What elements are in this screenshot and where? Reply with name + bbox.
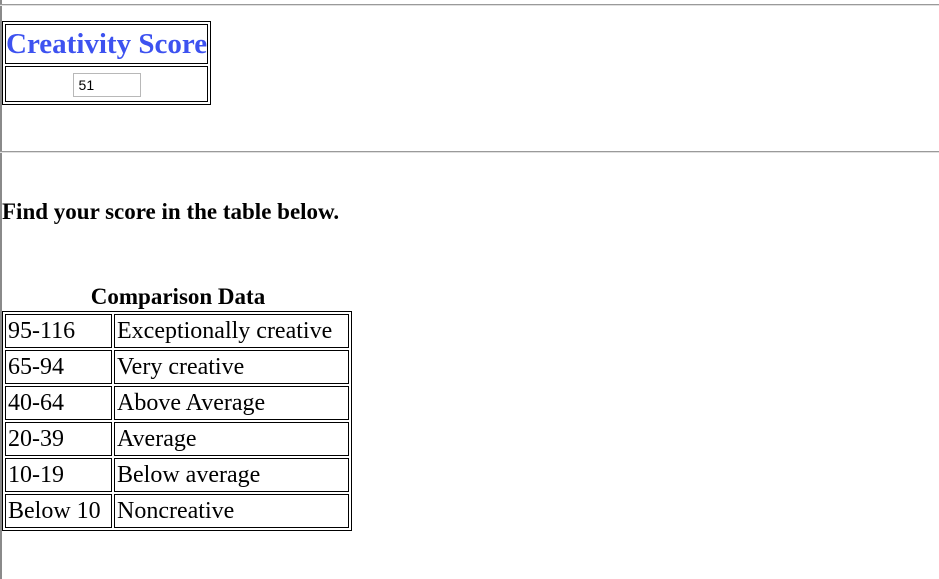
table-row: 10-19 Below average: [5, 458, 349, 492]
middle-divider: [0, 151, 939, 153]
score-range-cell: 20-39: [5, 422, 112, 456]
table-row: Below 10 Noncreative: [5, 494, 349, 528]
rating-label-cell: Above Average: [114, 386, 349, 420]
table-row: 40-64 Above Average: [5, 386, 349, 420]
score-range-cell: 40-64: [5, 386, 112, 420]
table-row: 65-94 Very creative: [5, 350, 349, 384]
comparison-caption: Comparison Data: [90, 284, 266, 309]
score-range-cell: 95-116: [5, 314, 112, 348]
creativity-score-title: Creativity Score: [5, 24, 209, 64]
top-divider: [0, 4, 939, 6]
rating-label-cell: Below average: [114, 458, 349, 492]
rating-label-cell: Average: [114, 422, 349, 456]
rating-label-cell: Very creative: [114, 350, 349, 384]
table-row: 95-116 Exceptionally creative: [5, 314, 349, 348]
comparison-section: Comparison Data 95-116 Exceptionally cre…: [2, 282, 354, 531]
score-range-cell: 10-19: [5, 458, 112, 492]
page: Creativity Score Find your score in the …: [0, 0, 939, 579]
table-row: 20-39 Average: [5, 422, 349, 456]
creativity-score-table: Creativity Score: [2, 21, 212, 105]
score-range-cell: 65-94: [5, 350, 112, 384]
instruction-text: Find your score in the table below.: [2, 199, 340, 224]
score-range-cell: Below 10: [5, 494, 112, 528]
rating-label-cell: Noncreative: [114, 494, 349, 528]
rating-label-cell: Exceptionally creative: [114, 314, 349, 348]
score-input[interactable]: [72, 72, 141, 97]
comparison-table: 95-116 Exceptionally creative 65-94 Very…: [2, 311, 352, 531]
score-input-cell: [5, 66, 209, 102]
